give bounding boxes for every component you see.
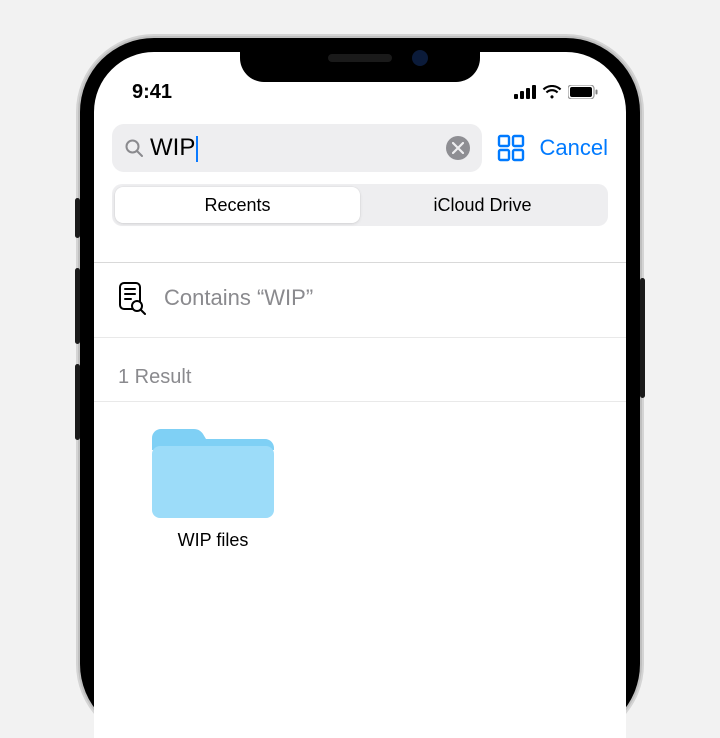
front-camera (412, 50, 428, 66)
search-row: WIP Cancel (94, 112, 626, 184)
search-input[interactable]: WIP (150, 134, 446, 162)
search-field[interactable]: WIP (112, 124, 482, 172)
search-icon (124, 138, 144, 158)
power-button (640, 278, 645, 398)
speaker (328, 54, 392, 62)
volume-down-button (75, 364, 80, 440)
volume-up-button (75, 268, 80, 344)
results-grid: WIP files (94, 402, 626, 551)
view-toggle-button[interactable] (496, 133, 526, 163)
cellular-icon (514, 85, 536, 99)
mute-switch (75, 198, 80, 238)
document-search-icon (118, 281, 146, 315)
segment-recents[interactable]: Recents (115, 187, 360, 223)
status-indicators (514, 85, 598, 99)
phone-frame: 9:41 WIP Cancel (80, 38, 640, 738)
status-time: 9:41 (132, 81, 172, 104)
scope-segmented[interactable]: Recents iCloud Drive (112, 184, 608, 226)
grid-icon (496, 133, 526, 163)
result-item-label: WIP files (178, 530, 249, 551)
clear-search-button[interactable] (446, 136, 470, 160)
close-icon (452, 142, 464, 154)
text-caret (196, 136, 198, 162)
cancel-button[interactable]: Cancel (540, 135, 608, 161)
result-item-folder[interactable]: WIP files (138, 422, 288, 551)
suggestion-row[interactable]: Contains “WIP” (94, 263, 626, 319)
scope-segmented-wrap: Recents iCloud Drive (94, 184, 626, 242)
results-header: 1 Result (94, 338, 626, 401)
suggestion-text: Contains “WIP” (164, 285, 313, 311)
folder-icon (146, 422, 280, 522)
screen: 9:41 WIP Cancel (94, 52, 626, 738)
segment-icloud-drive[interactable]: iCloud Drive (360, 187, 605, 223)
wifi-icon (542, 85, 562, 99)
battery-icon (568, 85, 598, 99)
notch (240, 38, 480, 82)
